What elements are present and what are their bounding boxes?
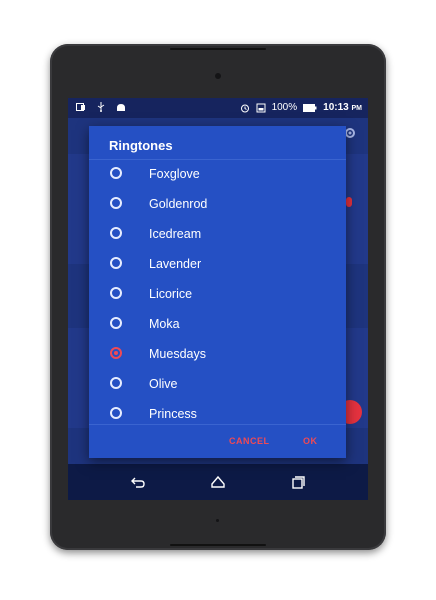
cancel-button[interactable]: CANCEL xyxy=(229,436,270,446)
radio-button[interactable] xyxy=(110,377,122,389)
option-label: Muesdays xyxy=(149,347,206,361)
actions-divider xyxy=(89,424,346,425)
back-icon[interactable] xyxy=(130,474,146,490)
microphone xyxy=(216,519,219,522)
radio-button-selected[interactable] xyxy=(110,347,122,359)
option-label: Licorice xyxy=(149,287,193,301)
usb-icon xyxy=(97,102,105,112)
ringtone-option-muesdays[interactable]: Muesdays xyxy=(89,340,346,370)
battery-percent: 100% xyxy=(271,102,298,113)
dialog-title: Ringtones xyxy=(109,138,173,153)
radio-button[interactable] xyxy=(110,407,122,419)
radio-button[interactable] xyxy=(110,287,122,299)
home-icon[interactable] xyxy=(210,474,226,490)
radio-button[interactable] xyxy=(110,167,122,179)
sd-card-icon xyxy=(256,103,266,112)
radio-button[interactable] xyxy=(110,257,122,269)
ringtone-option-olive[interactable]: Olive xyxy=(89,370,346,400)
radio-button[interactable] xyxy=(110,197,122,209)
option-label: Icedream xyxy=(149,227,202,241)
ringtone-option-icedream[interactable]: Icedream xyxy=(89,220,346,250)
ringtones-dialog: Ringtones Foxglove Goldenrod Icedream La… xyxy=(89,126,346,458)
android-icon xyxy=(117,104,125,111)
recents-icon[interactable] xyxy=(290,474,306,490)
speaker-grille-top xyxy=(170,48,266,50)
alarm-icon xyxy=(240,104,249,112)
dialog-actions: CANCEL OK xyxy=(89,428,346,458)
option-label: Princess xyxy=(149,407,197,421)
ringtone-option-princess[interactable]: Princess xyxy=(89,400,346,430)
option-label: Goldenrod xyxy=(149,197,208,211)
radio-button[interactable] xyxy=(110,317,122,329)
option-label: Foxglove xyxy=(149,167,200,181)
ringtone-option-foxglove[interactable]: Foxglove xyxy=(89,160,346,190)
screen-cast-icon xyxy=(76,103,85,111)
ringtone-option-licorice[interactable]: Licorice xyxy=(89,280,346,310)
screen: 100% 10:13 PM Ringtones Foxglove Goldenr… xyxy=(68,98,368,500)
front-camera xyxy=(215,73,221,79)
ringtone-option-moka[interactable]: Moka xyxy=(89,310,346,340)
option-label: Lavender xyxy=(149,257,202,271)
status-bar: 100% 10:13 PM xyxy=(68,98,368,118)
background-indicator xyxy=(346,197,352,207)
battery-icon xyxy=(303,103,317,112)
option-label: Olive xyxy=(149,377,178,391)
ringtone-option-goldenrod[interactable]: Goldenrod xyxy=(89,190,346,220)
speaker-grille-bottom xyxy=(170,544,266,546)
ok-button[interactable]: OK xyxy=(303,436,318,446)
clock: 10:13 PM xyxy=(323,102,362,113)
ringtone-option-lavender[interactable]: Lavender xyxy=(89,250,346,280)
radio-button[interactable] xyxy=(110,227,122,239)
option-label: Moka xyxy=(149,317,180,331)
navigation-bar xyxy=(68,464,368,500)
